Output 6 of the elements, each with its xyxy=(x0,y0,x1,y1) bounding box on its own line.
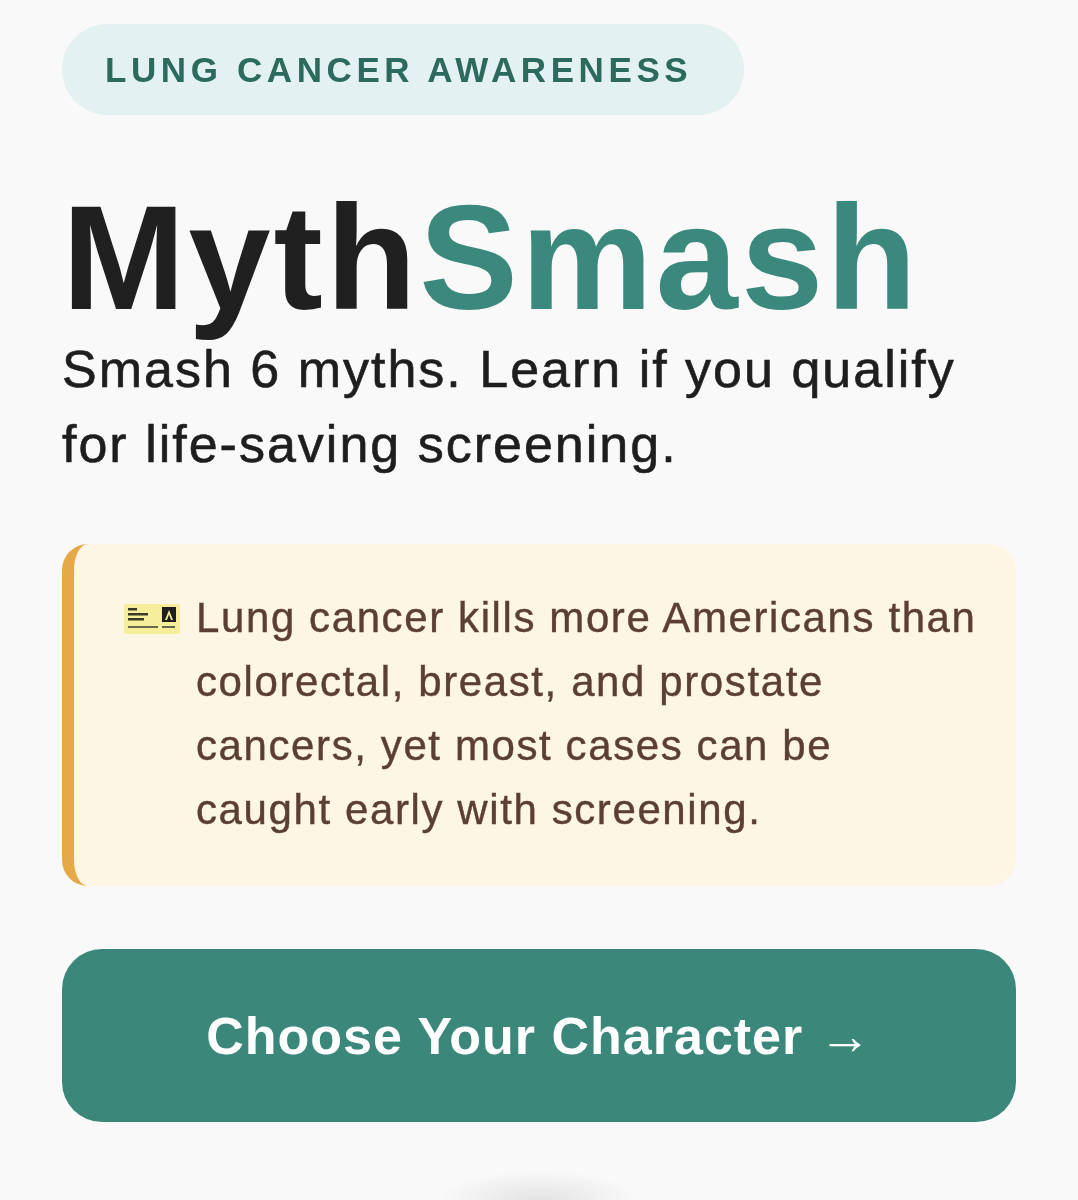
app-title: MythSmash xyxy=(62,174,920,342)
fact-text: Lung cancer kills more Americans than colorectal, breast, and prostate cancers, yet most cases can be caught early with screening. xyxy=(196,593,978,835)
category-badge: LUNG CANCER AWARENESS xyxy=(62,24,745,115)
subtitle-text: Smash 6 myths. Learn if you qualify for life-saving screening. xyxy=(62,340,957,475)
choose-character-button[interactable]: Choose Your Character → xyxy=(62,949,1016,1122)
ticket-icon xyxy=(124,604,180,634)
